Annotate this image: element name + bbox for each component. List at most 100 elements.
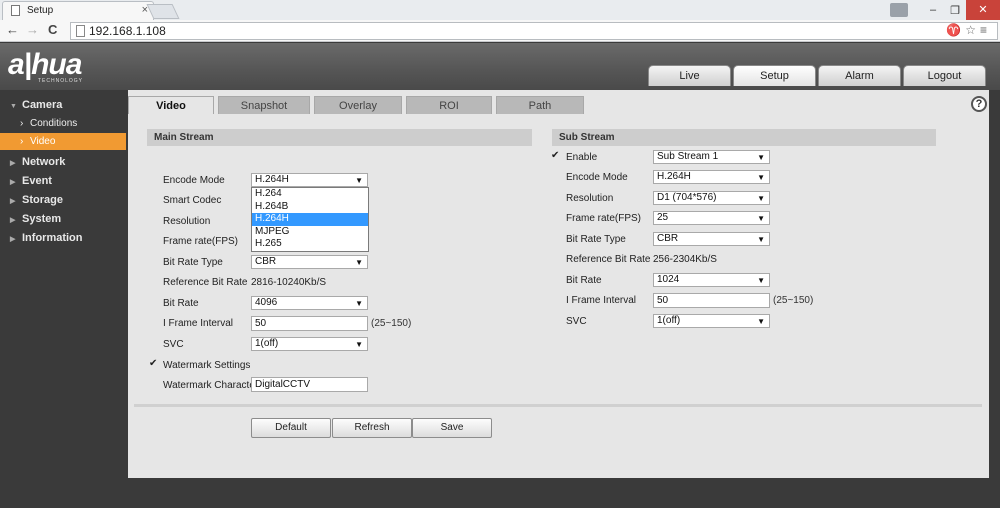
browser-toolbar: ← → C 192.168.1.108 ♈☆≡ [0,20,1000,42]
sub-bit-rate-type-select[interactable]: CBR ▼ [653,232,770,246]
main-iframe-range: (25~150) [371,318,412,329]
chevron-right-icon: › [20,118,24,129]
main-svc-select[interactable]: 1(off) ▼ [251,337,368,351]
sub-svc-label: SVC [566,316,587,327]
forward-arrow-icon[interactable]: → [26,22,39,37]
sidebar-group-event[interactable]: ▶ Event [10,175,52,187]
dropdown-arrow-icon: ▼ [757,173,765,182]
sidebar-item-label: Video [30,136,56,147]
sub-bit-rate-select[interactable]: 1024 ▼ [653,273,770,287]
dropdown-arrow-icon: ▼ [757,317,765,326]
settings-tabs: Video Snapshot Overlay ROI Path [128,96,588,114]
sub-encode-mode-label: Encode Mode [566,172,628,183]
dropdown-option-selected[interactable]: H.264H [252,213,368,226]
tab-overlay[interactable]: Overlay [314,96,402,114]
refresh-button[interactable]: Refresh [332,418,412,438]
reload-icon[interactable]: C [48,22,57,37]
restore-button[interactable]: ❐ [944,4,966,17]
dropdown-arrow-icon: ▼ [355,176,363,185]
sidebar-group-storage[interactable]: ▶ Storage [10,194,63,206]
sidebar-group-information[interactable]: ▶ Information [10,232,83,244]
select-value: D1 (704*576) [657,192,717,203]
nav-live-button[interactable]: Live [648,65,731,86]
nav-setup-button[interactable]: Setup [733,65,816,86]
select-value: 1(off) [255,338,279,349]
sidebar-group-label: System [22,213,62,225]
main-encode-mode-label: Encode Mode [163,175,225,186]
watermark-character-input[interactable]: DigitalCCTV [251,377,368,392]
sub-stream-select[interactable]: Sub Stream 1 ▼ [653,150,770,164]
sub-iframe-input[interactable]: 50 [653,293,770,308]
dropdown-arrow-icon: ▼ [355,258,363,267]
back-arrow-icon[interactable]: ← [6,22,19,37]
sidebar-item-video[interactable]: › Video [0,133,126,150]
browser-tab[interactable]: Setup × [2,1,154,20]
expand-triangle-icon: ▼ [10,103,17,110]
sidebar-group-network[interactable]: ▶ Network [10,156,65,168]
logo-subtitle: TECHNOLOGY [38,78,84,84]
dropdown-option[interactable]: H.265 [252,238,368,251]
main-bit-rate-type-select[interactable]: CBR ▼ [251,255,368,269]
help-icon[interactable]: ? [971,96,987,112]
sidebar-item-label: Conditions [30,118,78,129]
main-ref-bit-rate-value: 2816-10240Kb/S [251,277,327,288]
main-iframe-input[interactable]: 50 [251,316,368,331]
chevron-right-icon: › [20,136,24,147]
sidebar-group-label: Event [22,175,52,187]
sidebar-item-conditions[interactable]: › Conditions [0,115,126,132]
document-icon [11,5,20,16]
divider [134,404,982,407]
sub-resolution-select[interactable]: D1 (704*576) ▼ [653,191,770,205]
sub-encode-mode-select[interactable]: H.264H ▼ [653,170,770,184]
sub-ref-bit-rate-value: 256-2304Kb/S [653,254,717,265]
watermark-checkbox[interactable]: ✔ [149,359,159,369]
select-value: H.264H [657,171,691,182]
select-value: Sub Stream 1 [657,151,719,162]
main-svc-label: SVC [163,339,184,350]
select-value: H.264H [255,174,289,185]
sub-ref-bit-rate-label: Reference Bit Rate [566,254,651,265]
bookmark-star-menu-icons[interactable]: ♈☆≡ [946,23,991,37]
sub-stream-header: Sub Stream [552,129,936,146]
dropdown-arrow-icon: ▼ [355,340,363,349]
address-bar[interactable]: 192.168.1.108 ♈☆≡ [70,22,998,40]
main-frame-rate-label: Frame rate(FPS) [163,236,239,247]
main-iframe-label: I Frame Interval [163,318,234,329]
sidebar-group-camera[interactable]: ▼ Camera [10,99,62,111]
main-bit-rate-select[interactable]: 4096 ▼ [251,296,368,310]
dropdown-option[interactable]: H.264 [252,188,368,201]
tab-snapshot[interactable]: Snapshot [218,96,310,114]
nav-logout-button[interactable]: Logout [903,65,986,86]
close-window-button[interactable]: ✕ [966,0,1000,20]
page-icon [76,25,85,37]
sidebar-group-system[interactable]: ▶ System [10,213,61,225]
main-stream-header: Main Stream [147,129,532,146]
user-icon[interactable] [890,3,908,17]
sub-bit-rate-type-label: Bit Rate Type [566,234,626,245]
tab-roi[interactable]: ROI [406,96,492,114]
url-text: 192.168.1.108 [89,24,166,38]
sub-bit-rate-label: Bit Rate [566,275,602,286]
watermark-settings-label: Watermark Settings [163,360,251,371]
nav-alarm-button[interactable]: Alarm [818,65,901,86]
default-button[interactable]: Default [251,418,331,438]
sub-svc-select[interactable]: 1(off) ▼ [653,314,770,328]
watermark-character-label: Watermark Character [163,380,259,391]
collapsed-triangle-icon: ▶ [10,160,16,167]
sidebar-group-label: Network [22,156,66,168]
sidebar-group-label: Storage [22,194,63,206]
video-settings-panel: Video Snapshot Overlay ROI Path ? Main S… [128,90,989,478]
minimize-button[interactable]: – [922,4,944,16]
dropdown-arrow-icon: ▼ [757,194,765,203]
tab-path[interactable]: Path [496,96,584,114]
sub-frame-rate-select[interactable]: 25 ▼ [653,211,770,225]
dropdown-option[interactable]: MJPEG [252,226,368,239]
main-bit-rate-type-label: Bit Rate Type [163,257,223,268]
tab-video[interactable]: Video [128,96,214,114]
main-encode-mode-select[interactable]: H.264H ▼ [251,173,368,187]
sub-enable-checkbox[interactable]: ✔ [551,151,561,161]
dropdown-option[interactable]: H.264B [252,201,368,214]
save-button[interactable]: Save [412,418,492,438]
collapsed-triangle-icon: ▶ [10,179,16,186]
window-controls: – ❐ ✕ [890,0,1000,20]
